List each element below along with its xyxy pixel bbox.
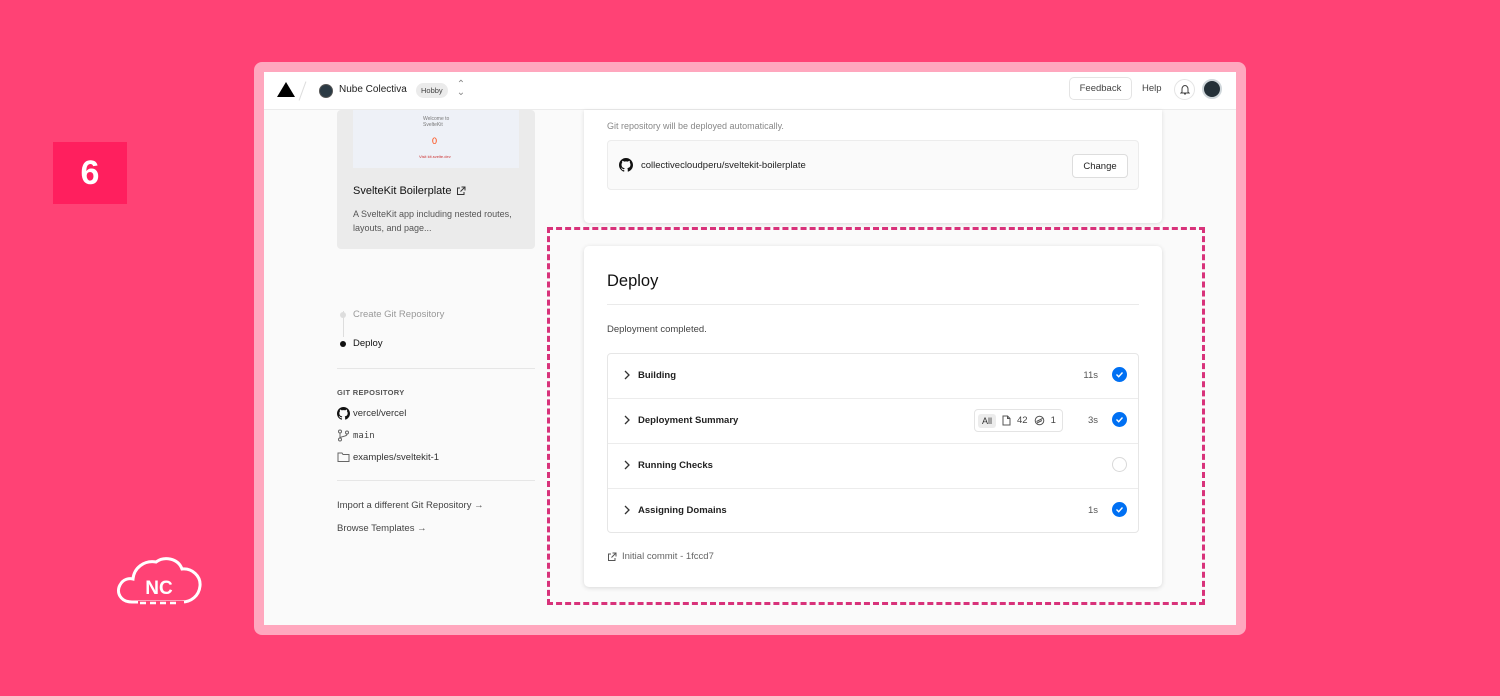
git-branch-icon xyxy=(338,429,349,442)
branch-row: main xyxy=(337,429,375,442)
repo-name: vercel/vercel xyxy=(353,408,407,419)
step-label: Running Checks xyxy=(638,460,713,471)
template-preview-image: Welcome to SvelteKit 0 Visit kit.svelte.… xyxy=(353,110,519,168)
summary-files-count: 42 xyxy=(1017,415,1028,426)
vercel-window: Nube Colectiva Hobby ⌃ ⌄ Feedback Help We… xyxy=(264,72,1236,625)
feedback-button[interactable]: Feedback xyxy=(1069,77,1132,100)
top-navigation-bar: Nube Colectiva Hobby ⌃ ⌄ Feedback Help xyxy=(264,72,1236,110)
step-dot-create-repo xyxy=(340,312,346,318)
external-link-icon xyxy=(608,552,617,561)
template-description: A SvelteKit app including nested routes,… xyxy=(353,209,512,233)
summary-functions-count: 1 xyxy=(1050,415,1056,426)
brand-logo-text: NC xyxy=(145,578,173,599)
auto-deploy-note: Git repository will be deployed automati… xyxy=(607,121,784,131)
import-different-repo-link[interactable]: Import a different Git Repository → xyxy=(337,500,484,511)
repo-link[interactable]: vercel/vercel xyxy=(337,407,406,420)
summary-all-tab[interactable]: All xyxy=(978,413,997,428)
chevron-right-icon xyxy=(624,505,630,515)
chevron-right-icon xyxy=(624,370,630,380)
divider xyxy=(607,304,1139,305)
check-circle-icon xyxy=(1112,502,1127,517)
external-link-icon xyxy=(457,186,466,195)
divider xyxy=(337,480,535,481)
notifications-button[interactable] xyxy=(1174,79,1195,100)
browse-templates-link[interactable]: Browse Templates → xyxy=(337,523,427,534)
change-repo-button[interactable]: Change xyxy=(1072,154,1128,178)
deploy-title: Deploy xyxy=(607,272,659,290)
step-number-badge: 6 xyxy=(53,142,127,204)
commit-link[interactable]: Initial commit - 1fccd7 xyxy=(607,551,714,562)
divider xyxy=(337,368,535,369)
help-link[interactable]: Help xyxy=(1142,83,1162,94)
step-duration: 3s xyxy=(1087,415,1098,426)
team-avatar[interactable] xyxy=(319,84,333,98)
user-avatar[interactable] xyxy=(1202,79,1222,99)
deploy-step-building[interactable]: Building 11s xyxy=(608,354,1138,399)
github-icon xyxy=(337,407,350,420)
check-circle-icon xyxy=(1112,367,1127,382)
deploy-step-running-checks[interactable]: Running Checks xyxy=(608,444,1138,489)
pending-circle-icon xyxy=(1112,457,1127,472)
template-title-link[interactable]: SvelteKit Boilerplate xyxy=(353,185,466,197)
file-icon xyxy=(1002,415,1011,426)
step-create-git-repository: Create Git Repository xyxy=(353,309,445,320)
directory-row: examples/sveltekit-1 xyxy=(337,451,439,463)
check-circle-icon xyxy=(1112,412,1127,427)
chevron-right-icon xyxy=(624,415,630,425)
commit-message: Initial commit - 1fccd7 xyxy=(622,551,714,562)
browser-frame: Nube Colectiva Hobby ⌃ ⌄ Feedback Help We… xyxy=(254,62,1246,635)
cloud-icon: NC xyxy=(117,557,202,605)
preview-counter: 0 xyxy=(432,136,438,146)
folder-icon xyxy=(337,452,350,462)
connected-repo-box: collectivecloudperu/sveltekit-boilerplat… xyxy=(607,140,1139,190)
bell-icon xyxy=(1179,84,1190,95)
function-icon xyxy=(1034,415,1044,426)
deploy-step-summary[interactable]: Deployment Summary All 42 1 3s xyxy=(608,399,1138,444)
team-name[interactable]: Nube Colectiva xyxy=(339,84,407,95)
breadcrumb-separator xyxy=(298,81,307,101)
github-icon xyxy=(619,158,633,172)
step-duration: 1s xyxy=(1087,505,1098,516)
template-card[interactable]: Welcome to SvelteKit 0 Visit kit.svelte.… xyxy=(337,110,535,249)
connected-repo-name: collectivecloudperu/sveltekit-boilerplat… xyxy=(641,160,806,171)
step-dot-deploy xyxy=(340,341,346,347)
preview-subheading: SvelteKit xyxy=(423,122,443,128)
step-label: Deployment Summary xyxy=(638,415,739,426)
step-label: Building xyxy=(638,370,676,381)
step-deploy: Deploy xyxy=(353,338,383,349)
deploy-step-assigning-domains[interactable]: Assigning Domains 1s xyxy=(608,489,1138,534)
deploy-steps-list: Building 11s Deployment Summary All 42 1… xyxy=(607,353,1139,533)
deployment-status: Deployment completed. xyxy=(607,324,707,335)
template-title: SvelteKit Boilerplate xyxy=(353,185,452,197)
git-repository-card: Git repository will be deployed automati… xyxy=(584,110,1162,223)
summary-filter[interactable]: All 42 1 xyxy=(974,409,1063,432)
step-duration: 11s xyxy=(1083,370,1098,381)
chevron-right-icon xyxy=(624,460,630,470)
directory-path: examples/sveltekit-1 xyxy=(353,451,440,463)
plan-badge: Hobby xyxy=(416,83,448,98)
deploy-card: Deploy Deployment completed. Building 11… xyxy=(584,246,1162,587)
preview-footer: Visit kit.svelte.dev xyxy=(419,154,451,159)
git-repository-heading: GIT REPOSITORY xyxy=(337,388,405,397)
team-switcher-icon[interactable]: ⌃ ⌄ xyxy=(456,80,466,98)
step-label: Assigning Domains xyxy=(638,505,727,516)
vercel-logo-icon[interactable] xyxy=(277,82,295,97)
branch-name: main xyxy=(353,430,375,441)
